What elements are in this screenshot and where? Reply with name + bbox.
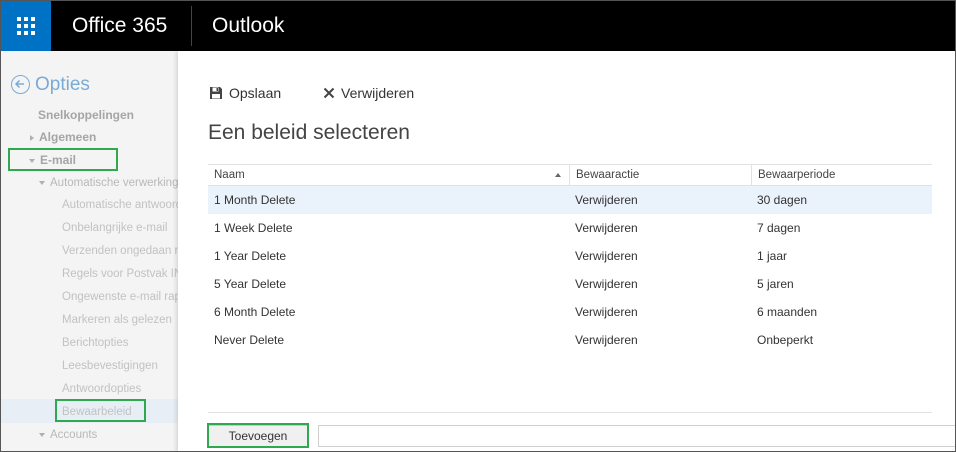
table-header: Naam Bewaaractie Bewaarperiode <box>208 164 932 186</box>
delete-label: Verwijderen <box>341 85 415 101</box>
expand-caret-icon <box>30 134 34 141</box>
sidebar-item-ongewenste-email[interactable]: Ongewenste e-mail rapporteren <box>62 289 178 305</box>
sidebar-item-algemeen[interactable]: Algemeen <box>30 129 96 145</box>
delete-button[interactable]: Verwijderen <box>323 84 414 102</box>
cell-naam: 1 Week Delete <box>214 221 293 235</box>
x-icon <box>323 87 335 99</box>
page-title: Een beleid selecteren <box>208 121 410 144</box>
cell-bewaaractie: Verwijderen <box>575 193 638 207</box>
sidebar-item-verzenden-ongedaan[interactable]: Verzenden ongedaan maken <box>62 243 178 259</box>
floppy-disk-icon <box>210 87 222 99</box>
cell-naam: 6 Month Delete <box>214 305 296 319</box>
cell-naam: 5 Year Delete <box>214 277 287 291</box>
table-row[interactable]: 1 Year Delete Verwijderen 1 jaar <box>208 242 932 270</box>
sort-ascending-icon <box>555 173 561 177</box>
cell-bewaarperiode: 1 jaar <box>757 249 788 263</box>
cell-bewaaractie: Verwijderen <box>575 333 638 347</box>
top-bar: Office 365 Outlook <box>1 1 955 51</box>
sidebar-item-regels-postvak[interactable]: Regels voor Postvak IN <box>62 266 178 282</box>
cell-bewaaractie: Verwijderen <box>575 249 638 263</box>
save-label: Opslaan <box>229 85 282 101</box>
options-sidebar: Opties Snelkoppelingen Algemeen E-mail A… <box>1 51 178 451</box>
column-header-naam[interactable]: Naam <box>208 165 569 186</box>
window-frame: Office 365 Outlook Opties Snelkoppelinge… <box>0 0 956 452</box>
app-launcher-icon <box>17 17 35 35</box>
highlight-box-email <box>8 148 118 171</box>
cell-bewaaractie: Verwijderen <box>575 277 638 291</box>
sidebar-item-markeren-gelezen[interactable]: Markeren als gelezen <box>62 312 172 328</box>
table-row[interactable]: 5 Year Delete Verwijderen 5 jaren <box>208 270 932 298</box>
sidebar-item-automatische-verwerking[interactable]: Automatische verwerking <box>39 175 178 191</box>
sidebar-item-snelkoppelingen[interactable]: Snelkoppelingen <box>38 107 134 123</box>
sidebar-item-berichtopties[interactable]: Berichtopties <box>62 335 128 351</box>
table-row[interactable]: 1 Month Delete Verwijderen 30 dagen <box>208 186 932 214</box>
cell-bewaarperiode: 5 jaren <box>757 277 794 291</box>
add-input-field[interactable] <box>318 425 955 447</box>
sidebar-item-accounts[interactable]: Accounts <box>39 427 97 443</box>
topbar-divider <box>191 6 192 46</box>
table-row[interactable]: 1 Week Delete Verwijderen 7 dagen <box>208 214 932 242</box>
cell-bewaarperiode: 6 maanden <box>757 305 818 319</box>
cell-bewaaractie: Verwijderen <box>575 305 638 319</box>
column-header-bewaarperiode[interactable]: Bewaarperiode <box>751 165 932 186</box>
collapse-caret-icon <box>39 180 45 185</box>
cell-bewaarperiode: Onbeperkt <box>757 333 814 347</box>
table-row[interactable]: 6 Month Delete Verwijderen 6 maanden <box>208 298 932 326</box>
sidebar-item-automatische-antwoorden[interactable]: Automatische antwoorden <box>62 197 178 213</box>
collapse-caret-icon <box>39 432 45 437</box>
app-launcher-button[interactable] <box>1 1 51 51</box>
table-row[interactable]: Never Delete Verwijderen Onbeperkt <box>208 326 932 354</box>
app-name[interactable]: Outlook <box>212 1 284 51</box>
footer-divider <box>208 412 932 413</box>
brand-label[interactable]: Office 365 <box>72 1 167 51</box>
back-label: Opties <box>35 74 90 95</box>
save-button[interactable]: Opslaan <box>209 84 281 102</box>
main-panel: Opslaan Verwijderen Een beleid selectere… <box>178 51 955 451</box>
policy-table: Naam Bewaaractie Bewaarperiode 1 Month D… <box>208 164 932 354</box>
cell-naam: Never Delete <box>214 333 285 347</box>
cell-naam: 1 Month Delete <box>214 193 296 207</box>
back-arrow-icon <box>11 75 30 94</box>
sidebar-item-onbelangrijke-email[interactable]: Onbelangrijke e-mail <box>62 220 167 236</box>
highlight-box-toevoegen <box>207 423 309 448</box>
column-header-bewaaractie[interactable]: Bewaaractie <box>569 165 751 186</box>
cell-bewaaractie: Verwijderen <box>575 221 638 235</box>
cell-bewaarperiode: 30 dagen <box>757 193 808 207</box>
highlight-box-bewaarbeleid <box>55 399 146 422</box>
sidebar-item-leesbevestigingen[interactable]: Leesbevestigingen <box>62 358 158 374</box>
sidebar-item-antwoordopties[interactable]: Antwoordopties <box>62 381 141 397</box>
cell-naam: 1 Year Delete <box>214 249 287 263</box>
cell-bewaarperiode: 7 dagen <box>757 221 801 235</box>
